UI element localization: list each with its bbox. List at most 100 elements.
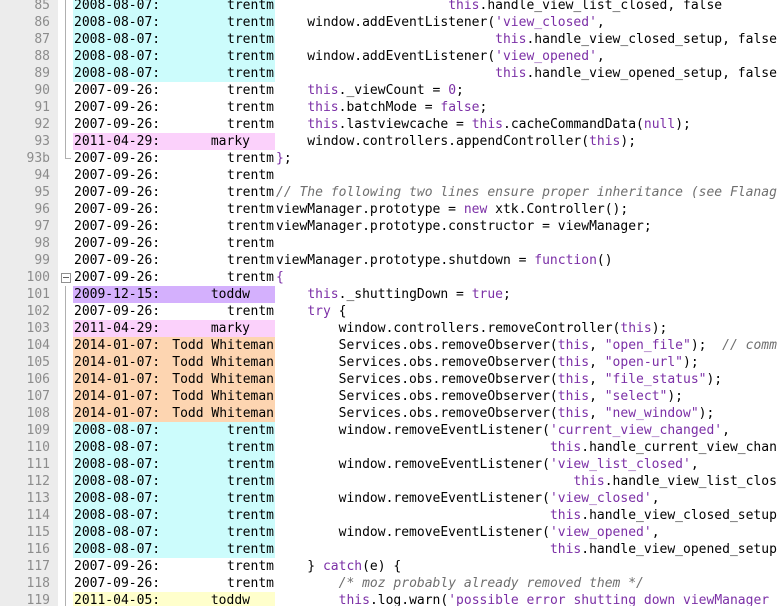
editor-line[interactable]: 112 2008-08-07: trentm this.handle_view_li… — [0, 473, 777, 490]
fold-margin — [59, 405, 72, 422]
line-number: 87 — [0, 31, 58, 48]
code-token: this — [620, 321, 652, 336]
code-text[interactable]: this._shuttingDown = true; — [276, 286, 511, 303]
editor-line[interactable]: 106 2014-01-07: Todd Whiteman Services.obs… — [0, 371, 777, 388]
code-text[interactable]: this.handle_view_opened_setup, f — [276, 541, 777, 558]
code-text[interactable]: window.controllers.removeController(this… — [276, 320, 668, 337]
editor-line[interactable]: 92 2007-09-26: trentm this.lastviewcache =… — [0, 116, 777, 133]
editor-line[interactable]: 119 2011-04-05: toddw this.log.warn('possi… — [0, 592, 777, 606]
code-text[interactable]: // The following two lines ensure proper… — [276, 184, 777, 201]
code-text[interactable]: Services.obs.removeObserver(this, "open_… — [276, 337, 777, 354]
blame-annotation: 2007-09-26: trentm — [73, 575, 275, 592]
code-text[interactable]: this.handle_view_list_closed — [276, 473, 777, 490]
editor-line[interactable]: 91 2007-09-26: trentm this.batchMode = fal… — [0, 99, 777, 116]
line-number: 106 — [0, 371, 58, 388]
editor-line[interactable]: 116 2008-08-07: trentm this.handle_view_op… — [0, 541, 777, 558]
code-token: , — [690, 457, 699, 472]
code-text[interactable]: viewManager.prototype = new xtk.Controll… — [276, 201, 628, 218]
editor-line[interactable]: 100 2007-09-26: trentm{ — [0, 269, 777, 286]
editor-line[interactable]: 88 2008-08-07: trentm window.addEventListe… — [0, 48, 777, 65]
editor-line[interactable]: 108 2014-01-07: Todd Whiteman Services.obs… — [0, 405, 777, 422]
editor-line[interactable]: 87 2008-08-07: trentm this.handle_view_clo… — [0, 31, 777, 48]
code-token: 'view_closed' — [549, 491, 652, 506]
blame-author: trentm — [227, 440, 274, 455]
editor-line[interactable]: 105 2014-01-07: Todd Whiteman Services.obs… — [0, 354, 777, 371]
code-text[interactable]: }; — [276, 150, 292, 167]
code-text[interactable]: viewManager.prototype.constructor = view… — [276, 218, 652, 235]
editor-line[interactable]: 86 2008-08-07: trentm window.addEventListe… — [0, 14, 777, 31]
editor-line[interactable]: 110 2008-08-07: trentm this.handle_current… — [0, 439, 777, 456]
code-text[interactable]: this.handle_view_opened_setup, false — [276, 65, 777, 82]
code-text[interactable]: window.removeEventListener('current_view… — [276, 422, 730, 439]
line-number: 93 — [0, 133, 58, 150]
editor-line[interactable]: 115 2008-08-07: trentm window.removeEventL… — [0, 524, 777, 541]
code-token: ); — [683, 355, 699, 370]
editor-line[interactable]: 102 2007-09-26: trentm try { — [0, 303, 777, 320]
editor-line[interactable]: 104 2014-01-07: Todd Whiteman Services.obs… — [0, 337, 777, 354]
code-text[interactable]: Services.obs.removeObserver(this, "new_w… — [276, 405, 715, 422]
blame-author: Todd Whiteman — [172, 389, 274, 404]
blame-annotation: 2011-04-05: toddw — [73, 592, 275, 606]
editor-line[interactable]: 96 2007-09-26: trentm viewManager.prototype… — [0, 201, 777, 218]
editor-line[interactable]: 118 2007-09-26: trentm /* moz probably alr… — [0, 575, 777, 592]
blame-date: 2007-09-26: — [74, 219, 161, 234]
code-text[interactable]: window.removeEventListener('view_closed'… — [276, 490, 660, 507]
code-text[interactable]: } catch(e) { — [276, 558, 401, 575]
code-text[interactable]: this.handle_view_closed_setup, false — [276, 31, 777, 48]
editor-line[interactable]: 95 2007-09-26: trentm// The following two … — [0, 184, 777, 201]
code-text[interactable]: window.controllers.appendController(this… — [276, 133, 636, 150]
code-text[interactable]: this.log.warn('possible error shutting d… — [276, 592, 770, 606]
fold-line-icon — [65, 116, 66, 133]
code-editor[interactable]: 85 2008-08-07: trentm this.handle_view_lis… — [0, 0, 777, 606]
code-text[interactable]: viewManager.prototype.shutdown = functio… — [276, 252, 613, 269]
code-text[interactable]: this.batchMode = false; — [276, 99, 487, 116]
editor-line[interactable]: 103 2011-04-29: marky window.controllers.r… — [0, 320, 777, 337]
code-token: this — [549, 440, 582, 455]
editor-line[interactable]: 109 2008-08-07: trentm window.removeEventL… — [0, 422, 777, 439]
editor-line[interactable]: 93 2011-04-29: marky window.controllers.ap… — [0, 133, 777, 150]
code-text[interactable]: this._viewCount = 0; — [276, 82, 464, 99]
editor-line[interactable]: 117 2007-09-26: trentm } catch(e) { — [0, 558, 777, 575]
editor-line[interactable]: 85 2008-08-07: trentm this.handle_view_lis… — [0, 0, 777, 14]
editor-line[interactable]: 94 2007-09-26: trentm — [0, 167, 777, 184]
fold-margin[interactable] — [59, 269, 72, 286]
line-number: 119 — [0, 592, 58, 606]
code-text[interactable]: Services.obs.removeObserver(this, "file_… — [276, 371, 723, 388]
editor-line[interactable]: 97 2007-09-26: trentm viewManager.prototype… — [0, 218, 777, 235]
line-number: 93b — [0, 150, 58, 167]
code-text[interactable]: window.removeEventListener('view_opened'… — [276, 524, 660, 541]
code-text[interactable]: this.lastviewcache = this.cacheCommandDa… — [276, 116, 691, 133]
editor-line[interactable]: 114 2008-08-07: trentm this.handle_view_cl… — [0, 507, 777, 524]
code-token: this — [307, 117, 339, 132]
editor-line[interactable]: 98 2007-09-26: trentm — [0, 235, 777, 252]
code-text[interactable]: Services.obs.removeObserver(this, "open-… — [276, 354, 699, 371]
code-token: Services.obs.removeObserver( — [276, 372, 558, 387]
editor-line[interactable]: 89 2008-08-07: trentm this.handle_view_ope… — [0, 65, 777, 82]
code-text[interactable]: this.handle_view_closed_setup, f — [276, 507, 777, 524]
blame-annotation: 2014-01-07: Todd Whiteman — [73, 405, 275, 422]
editor-line[interactable]: 111 2008-08-07: trentm window.removeEventL… — [0, 456, 777, 473]
fold-collapse-icon[interactable] — [61, 273, 71, 283]
code-text[interactable]: try { — [276, 303, 346, 320]
editor-line[interactable]: 113 2008-08-07: trentm window.removeEventL… — [0, 490, 777, 507]
fold-margin — [59, 575, 72, 592]
editor-line[interactable]: 90 2007-09-26: trentm this._viewCount = 0; — [0, 82, 777, 99]
code-text[interactable]: window.addEventListener('view_opened', — [276, 48, 604, 65]
code-text[interactable]: Services.obs.removeObserver(this, "selec… — [276, 388, 683, 405]
editor-line[interactable]: 99 2007-09-26: trentm viewManager.prototype… — [0, 252, 777, 269]
fold-margin — [59, 320, 72, 337]
code-text[interactable]: window.addEventListener('view_closed', — [276, 14, 604, 31]
code-text[interactable]: this.handle_view_list_closed, false — [276, 0, 722, 14]
editor-line[interactable]: 101 2009-12-15: toddw this._shuttingDown =… — [0, 286, 777, 303]
editor-line[interactable]: 93b 2007-09-26: trentm}; — [0, 150, 777, 167]
code-text[interactable]: { — [276, 269, 284, 286]
blame-author: trentm — [227, 525, 274, 540]
code-text[interactable]: this.handle_current_view_changed — [276, 439, 777, 456]
blame-annotation: 2007-09-26: trentm — [73, 116, 275, 133]
code-text[interactable]: window.removeEventListener('view_list_cl… — [276, 456, 699, 473]
code-text[interactable]: /* moz probably already removed them */ — [276, 575, 644, 592]
code-token: } — [276, 559, 323, 574]
code-token: window.removeEventListener( — [276, 457, 550, 472]
editor-line[interactable]: 107 2014-01-07: Todd Whiteman Services.obs… — [0, 388, 777, 405]
